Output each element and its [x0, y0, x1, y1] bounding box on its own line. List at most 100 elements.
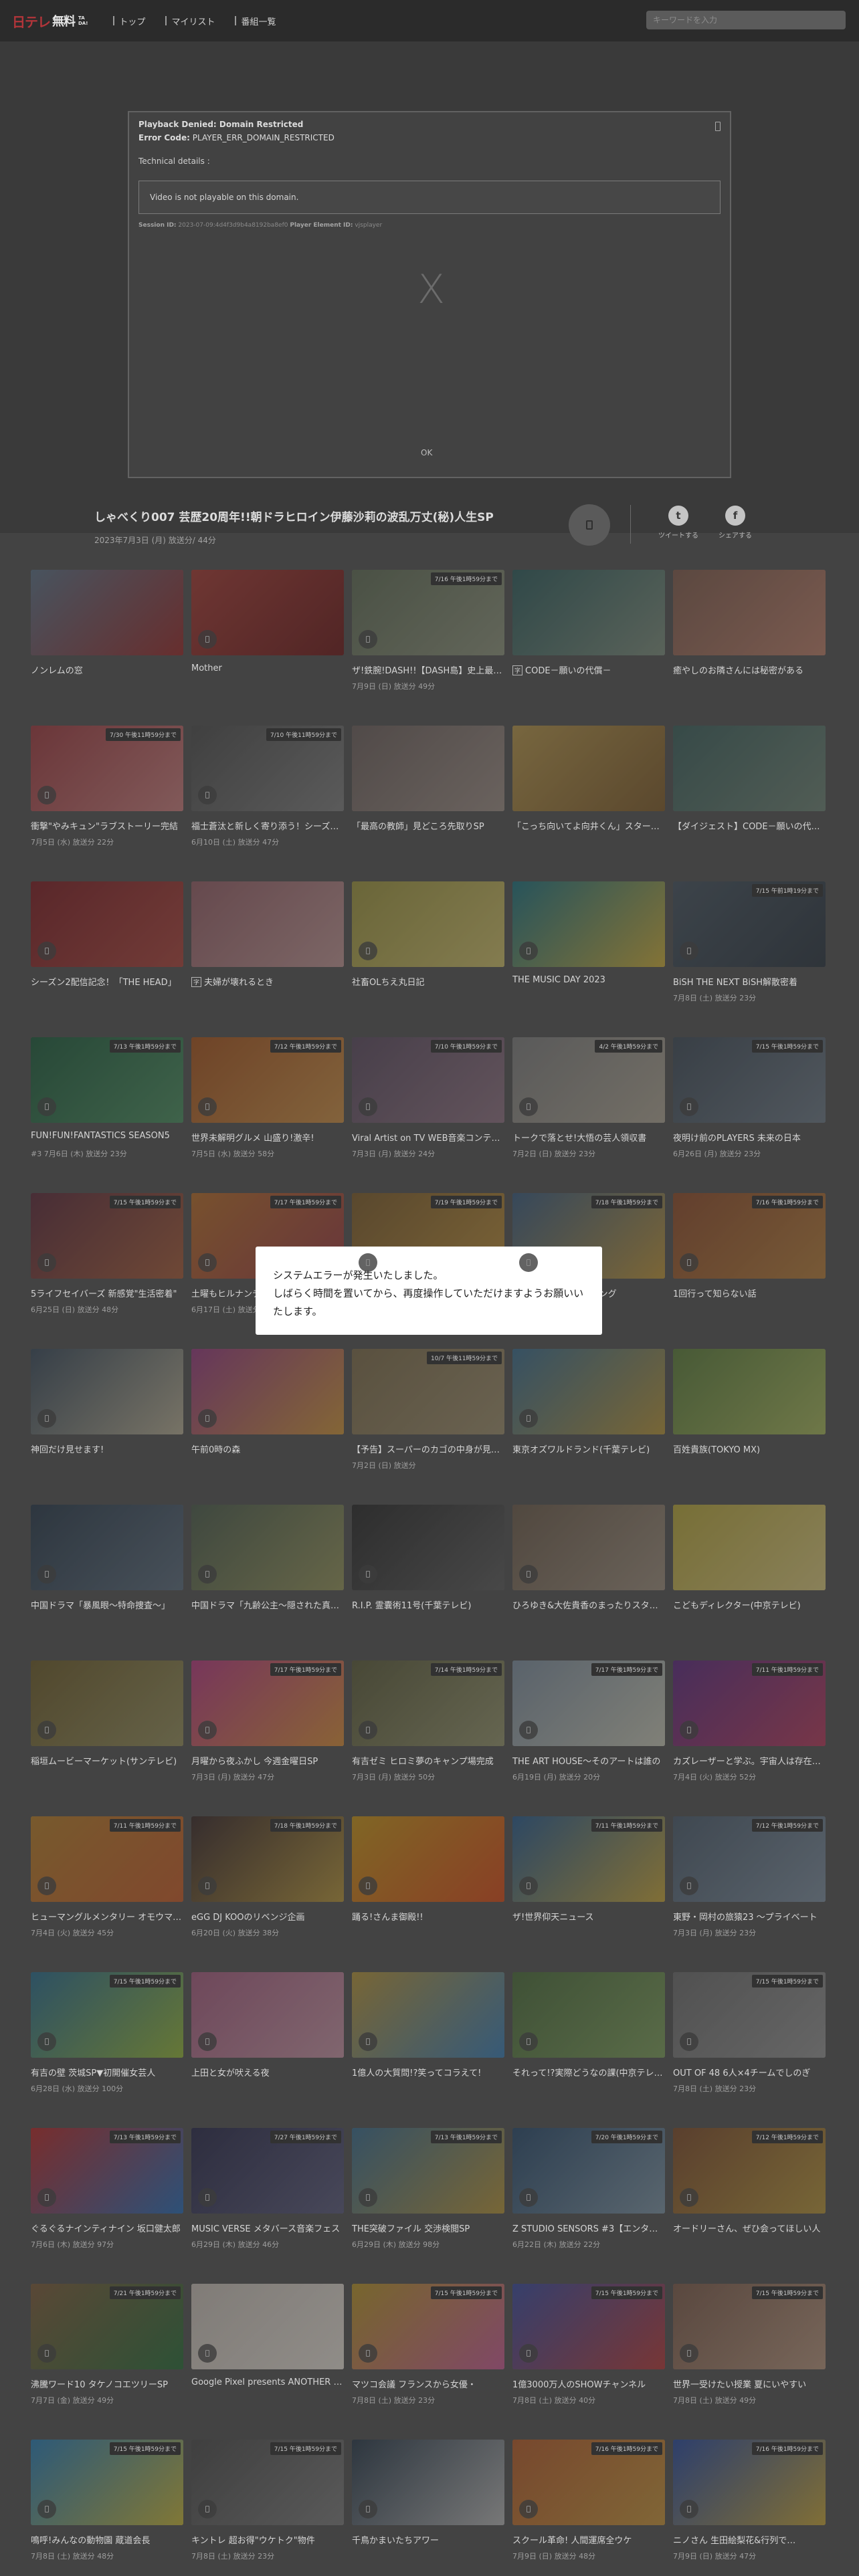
nav-top[interactable]: トップ [113, 15, 145, 27]
ok-button[interactable]: OK [421, 448, 432, 457]
program-thumbnail[interactable] [352, 1972, 504, 2058]
program-card-title[interactable]: 「最高の教師」見どころ先取りSP [352, 819, 504, 832]
program-card-title[interactable]: 上田と女が吠える夜 [191, 2066, 344, 2078]
program-card-title[interactable]: トークで落とせ!大悟の芸人領収書 [512, 1131, 665, 1144]
program-thumbnail[interactable]: 7/12 午後1時59分まで [191, 1037, 344, 1123]
program-thumbnail[interactable] [191, 1972, 344, 2058]
program-thumbnail[interactable]: 7/14 午後1時59分まで [352, 1660, 504, 1746]
bookmark-icon[interactable] [198, 2032, 217, 2051]
video-player[interactable]: Playback Denied: Domain Restricted Error… [128, 111, 731, 478]
bookmark-icon[interactable] [519, 2032, 538, 2051]
bookmark-icon[interactable] [37, 1409, 56, 1428]
bookmark-icon[interactable] [680, 2344, 698, 2363]
bookmark-icon[interactable] [680, 2188, 698, 2207]
program-thumbnail[interactable]: 7/15 午後1時59分まで [352, 2284, 504, 2369]
program-thumbnail[interactable] [512, 1972, 665, 2058]
program-thumbnail[interactable]: 7/13 午後1時59分まで [31, 1037, 183, 1123]
bookmark-icon[interactable] [359, 1876, 377, 1895]
program-thumbnail[interactable]: 7/12 午後1時59分まで [673, 2128, 826, 2214]
program-card-title[interactable]: カズレーザーと学ぶ。宇宙人は存在する [673, 1754, 826, 1767]
program-thumbnail[interactable]: 7/18 午後1時59分まで [191, 1816, 344, 1902]
program-card-title[interactable]: Z STUDIO SENSORS #3【エンターテック】 [512, 2222, 665, 2234]
program-thumbnail[interactable] [673, 726, 826, 811]
program-card-title[interactable]: 夜明け前のPLAYERS 未来の日本 [673, 1131, 826, 1144]
bookmark-icon[interactable] [359, 1721, 377, 1739]
program-thumbnail[interactable]: 7/15 午前1時19分まで [673, 881, 826, 967]
program-card-title[interactable]: 【予告】スーパーのカゴの中身が見たい [352, 1442, 504, 1455]
program-card-title[interactable]: THE突破ファイル 交渉検閲SP [352, 2222, 504, 2234]
program-card-title[interactable]: Viral Artist on TV WEB音楽コンテンツ [352, 1131, 504, 1144]
search-input[interactable] [653, 15, 814, 25]
program-card-title[interactable]: 中国ドラマ「九齢公主～隠された真実」 [191, 1598, 344, 1611]
program-card-title[interactable]: 字夫婦が壊れるとき [191, 975, 344, 988]
bookmark-icon[interactable] [198, 2500, 217, 2518]
program-thumbnail[interactable]: 7/10 午後11時59分まで [191, 726, 344, 811]
bookmark-icon[interactable] [519, 1409, 538, 1428]
program-thumbnail[interactable] [31, 1505, 183, 1590]
program-thumbnail[interactable]: 7/15 午後1時59分まで [673, 2284, 826, 2369]
program-card-title[interactable]: スクール革命! 人間運席全ウケ [512, 2533, 665, 2546]
program-thumbnail[interactable]: 7/27 午後1時59分まで [191, 2128, 344, 2214]
bookmark-icon[interactable] [359, 1097, 377, 1116]
program-card-title[interactable]: キントレ 超お得"ウケトク"物件 [191, 2533, 344, 2546]
site-logo[interactable]: 日テレ 無料 TA DA! [12, 11, 88, 31]
program-thumbnail[interactable]: 7/11 午後1時59分まで [512, 1816, 665, 1902]
bookmark-icon[interactable] [198, 2188, 217, 2207]
close-icon[interactable] [715, 122, 721, 131]
program-card-title[interactable]: 東京オズワルドランド(千葉テレビ) [512, 1442, 665, 1455]
program-thumbnail[interactable]: 7/15 午後1時59分まで [673, 1972, 826, 2058]
program-thumbnail[interactable] [191, 1505, 344, 1590]
program-card-title[interactable]: 有吉の壁 茨城SP▼初開催女芸人 [31, 2066, 183, 2078]
program-thumbnail[interactable] [673, 570, 826, 655]
bookmark-icon[interactable] [680, 1721, 698, 1739]
bookmark-icon[interactable] [519, 1721, 538, 1739]
program-card-title[interactable]: 社畜OLちえ丸日記 [352, 975, 504, 988]
bookmark-icon[interactable] [680, 1253, 698, 1272]
program-thumbnail[interactable] [31, 1349, 183, 1434]
program-card-title[interactable]: BiSH THE NEXT BiSH解散密着 [673, 975, 826, 988]
program-card-title[interactable]: ひろゆき&大佐貴香のまったりスタジオ [512, 1598, 665, 1611]
program-card-title[interactable]: 神回だけ見せます! [31, 1442, 183, 1455]
program-card-title[interactable]: 字 CODE－願いの代償－ [512, 663, 665, 676]
bookmark-icon[interactable] [37, 1565, 56, 1584]
program-thumbnail[interactable]: 7/16 午後1時59分まで [352, 570, 504, 655]
program-card-title[interactable]: 世界一受けたい授業 夏にいやすい [673, 2377, 826, 2390]
program-card-title[interactable]: こどもディレクター(中京テレビ) [673, 1598, 826, 1611]
program-card-title[interactable]: 1億3000万人のSHOWチャンネル [512, 2377, 665, 2390]
program-thumbnail[interactable]: 7/13 午後1時59分まで [31, 2128, 183, 2214]
program-thumbnail[interactable]: 7/16 午後1時59分まで [673, 1193, 826, 1279]
program-thumbnail[interactable]: 7/15 午後1時59分まで [512, 2284, 665, 2369]
program-thumbnail[interactable]: 7/11 午後1時59分まで [31, 1816, 183, 1902]
program-thumbnail[interactable]: 7/17 午後1時59分まで [512, 1660, 665, 1746]
program-card-title[interactable]: 午前0時の森 [191, 1442, 344, 1455]
program-thumbnail[interactable]: 7/13 午後1時59分まで [352, 2128, 504, 2214]
bookmark-icon[interactable] [680, 2500, 698, 2518]
program-thumbnail[interactable] [352, 1816, 504, 1902]
program-thumbnail[interactable] [352, 2440, 504, 2525]
program-card-title[interactable]: 踊る!さんま御殿!! [352, 1910, 504, 1923]
bookmark-icon[interactable] [359, 2344, 377, 2363]
program-thumbnail[interactable] [352, 726, 504, 811]
program-card-title[interactable]: 月曜から夜ふかし 今週金曜日SP [191, 1754, 344, 1767]
program-card-title[interactable]: 福士蒼汰と新しく寄り添う！シーズン2 [191, 819, 344, 832]
share-button[interactable]: f シェアする [712, 506, 759, 540]
program-card-title[interactable]: 稲垣ムービーマーケット(サンテレビ) [31, 1754, 183, 1767]
program-thumbnail[interactable] [191, 1349, 344, 1434]
bookmark-icon[interactable] [37, 2500, 56, 2518]
program-card-title[interactable]: ノンレムの窓 [31, 663, 183, 676]
bookmark-icon[interactable] [519, 942, 538, 960]
program-card-title[interactable]: FUN!FUN!FANTASTICS SEASON5 [31, 1131, 183, 1141]
program-card-title[interactable]: オードリーさん、ぜひ会ってほしい人 [673, 2222, 826, 2234]
program-thumbnail[interactable]: 7/15 午後1時59分まで [191, 2440, 344, 2525]
bookmark-icon[interactable] [680, 2032, 698, 2051]
program-card-title[interactable]: Mother [191, 663, 344, 673]
program-thumbnail[interactable] [512, 1505, 665, 1590]
program-card-title[interactable]: ヒューマングルメンタリー オモウマい店 [31, 1910, 183, 1923]
program-card-title[interactable]: ザ!鉄腕!DASH!!【DASH島】史上最大の壁 [352, 663, 504, 676]
program-card-title[interactable]: 千鳥かまいたちアワー [352, 2533, 504, 2546]
tweet-button[interactable]: t ツイートする [655, 506, 702, 540]
bookmark-icon[interactable] [519, 2500, 538, 2518]
bookmark-icon[interactable] [37, 2032, 56, 2051]
program-card-title[interactable]: シーズン2配信記念！「THE HEAD」 [31, 975, 183, 988]
program-card-title[interactable]: 東野・岡村の旅猿23 ～プライベート [673, 1910, 826, 1923]
